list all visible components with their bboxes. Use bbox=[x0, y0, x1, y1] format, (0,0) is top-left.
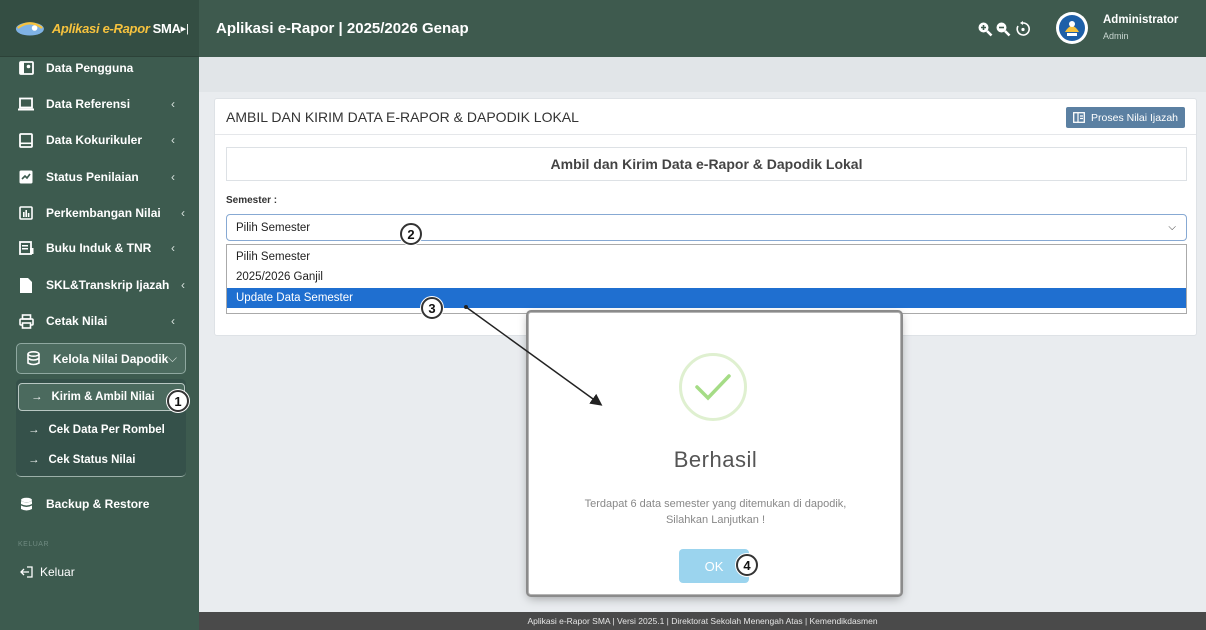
arrow-right-icon: → bbox=[28, 454, 40, 466]
sidebar-item-backup-restore[interactable]: Backup & Restore bbox=[0, 488, 199, 520]
button-label: Proses Nilai Ijazah bbox=[1091, 111, 1178, 124]
sidebar-item-kelola-nilai-dapodik[interactable]: Kelola Nilai Dapodik ⌵ bbox=[16, 343, 186, 374]
step-badge-3: 3 bbox=[421, 297, 443, 319]
user-card-icon bbox=[18, 60, 34, 76]
sidebar-item-label: Data Pengguna bbox=[46, 61, 134, 75]
step-badge-1: 1 bbox=[167, 390, 189, 412]
sidebar-item-skl-transkrip[interactable]: SKL&Transkrip Ijazah ‹ bbox=[0, 269, 199, 301]
user-role: Admin bbox=[1103, 31, 1129, 41]
top-navbar: Aplikasi e-Rapor | 2025/2026 Genap Admin… bbox=[199, 0, 1206, 57]
section-subtitle: Ambil dan Kirim Data e-Rapor & Dapodik L… bbox=[226, 147, 1187, 181]
arrow-right-icon: → bbox=[28, 424, 40, 436]
laptop-icon bbox=[18, 96, 34, 112]
bar-chart-icon bbox=[18, 205, 34, 221]
ministry-logo-icon bbox=[1059, 15, 1085, 41]
sidebar-item-data-kokurikuler[interactable]: Data Kokurikuler ‹ bbox=[0, 124, 199, 156]
chevron-left-icon: ‹ bbox=[171, 314, 175, 328]
chevron-left-icon: ‹ bbox=[171, 241, 175, 255]
success-dialog: Berhasil Terdapat 6 data semester yang d… bbox=[528, 312, 901, 595]
printer-icon bbox=[18, 313, 34, 329]
success-check-icon bbox=[679, 353, 747, 421]
semester-select-value: Pilih Semester bbox=[236, 221, 311, 234]
submenu-item-cek-data-per-rombel[interactable]: → Cek Data Per Rombel bbox=[16, 417, 186, 443]
logout-icon bbox=[18, 564, 34, 580]
brand-title: Aplikasi e-Rapor SMA bbox=[51, 20, 181, 36]
document-icon bbox=[18, 277, 34, 293]
semester-option[interactable]: 2025/2026 Ganjil bbox=[227, 267, 1186, 287]
user-name[interactable]: Administrator bbox=[1103, 14, 1178, 26]
sidebar-item-buku-induk[interactable]: Buku Induk & TNR ‹ bbox=[0, 232, 199, 264]
table-icon bbox=[1073, 112, 1085, 123]
sidebar-item-data-referensi[interactable]: Data Referensi ‹ bbox=[0, 88, 199, 120]
submenu-kelola-nilai: → Kirim & Ambil Nilai → Cek Data Per Rom… bbox=[16, 379, 186, 477]
sidebar-item-label: Buku Induk & TNR bbox=[46, 241, 152, 255]
chevron-left-icon: ‹ bbox=[171, 97, 175, 111]
refresh-icon[interactable] bbox=[1015, 21, 1031, 37]
sidebar-item-label: Status Penilaian bbox=[46, 170, 139, 184]
brand-logo-icon bbox=[15, 22, 44, 36]
semester-label: Semester : bbox=[226, 195, 278, 206]
database-icon bbox=[25, 351, 41, 367]
card-title: AMBIL DAN KIRIM DATA E-RAPOR & DAPODIK L… bbox=[226, 109, 579, 125]
brand-header: Aplikasi e-Rapor SMA ▸| bbox=[0, 0, 199, 57]
sidebar-item-cetak-nilai[interactable]: Cetak Nilai ‹ bbox=[0, 305, 199, 337]
step-badge-2: 2 bbox=[400, 223, 422, 245]
content-header-bar bbox=[199, 57, 1206, 92]
step-badge-4: 4 bbox=[736, 554, 758, 576]
submenu-item-cek-status-nilai[interactable]: → Cek Status Nilai bbox=[16, 447, 186, 473]
semester-select[interactable]: Pilih Semester ⌵ bbox=[226, 214, 1187, 241]
logout-section-header: KELUAR bbox=[18, 541, 50, 548]
chevron-left-icon: ‹ bbox=[181, 206, 185, 220]
avatar[interactable] bbox=[1056, 12, 1088, 44]
dialog-message: Terdapat 6 data semester yang ditemukan … bbox=[549, 496, 882, 528]
submenu-item-label: Kirim & Ambil Nilai bbox=[51, 391, 155, 403]
chevron-left-icon: ‹ bbox=[171, 170, 175, 184]
chevron-left-icon: ‹ bbox=[181, 278, 185, 292]
submenu-item-label: Cek Status Nilai bbox=[48, 454, 136, 466]
chevron-left-icon: ‹ bbox=[171, 133, 175, 147]
submenu-item-kirim-ambil-nilai[interactable]: → Kirim & Ambil Nilai bbox=[18, 383, 185, 411]
main-card: AMBIL DAN KIRIM DATA E-RAPOR & DAPODIK L… bbox=[214, 98, 1197, 336]
sidebar-item-label: Data Referensi bbox=[46, 97, 131, 111]
zoom-in-icon[interactable] bbox=[977, 21, 993, 37]
submenu-item-label: Cek Data Per Rombel bbox=[48, 424, 165, 436]
sidebar-item-keluar[interactable]: Keluar bbox=[0, 556, 199, 588]
sidebar-item-label: Perkembangan Nilai bbox=[46, 206, 161, 220]
sidebar-item-data-pengguna[interactable]: Data Pengguna bbox=[0, 54, 199, 82]
dialog-title: Berhasil bbox=[673, 447, 758, 472]
sidebar-item-label: SKL&Transkrip Ijazah bbox=[46, 278, 170, 292]
sidebar-collapse-icon[interactable]: ▸| bbox=[181, 22, 189, 35]
sidebar-item-label: Cetak Nilai bbox=[46, 314, 108, 328]
semester-option[interactable]: Pilih Semester bbox=[227, 247, 1186, 267]
sidebar-item-perkembangan-nilai[interactable]: Perkembangan Nilai ‹ bbox=[0, 197, 199, 229]
sidebar: Aplikasi e-Rapor SMA ▸| Data Pengguna Dat… bbox=[0, 0, 199, 630]
dialog-message-line: Terdapat 6 data semester yang ditemukan … bbox=[584, 498, 847, 510]
zoom-out-icon[interactable] bbox=[995, 21, 1011, 37]
proses-nilai-ijazah-button[interactable]: Proses Nilai Ijazah bbox=[1066, 107, 1185, 128]
chart-line-icon bbox=[18, 169, 34, 185]
book-icon bbox=[18, 240, 34, 256]
sidebar-item-label: Backup & Restore bbox=[46, 497, 150, 511]
dialog-message-line: Silahkan Lanjutkan ! bbox=[665, 514, 766, 526]
tablet-icon bbox=[18, 132, 34, 148]
sidebar-item-label: Data Kokurikuler bbox=[46, 133, 143, 147]
database-icon bbox=[18, 496, 34, 512]
chevron-down-icon: ⌵ bbox=[1168, 222, 1176, 233]
card-header: AMBIL DAN KIRIM DATA E-RAPOR & DAPODIK L… bbox=[215, 99, 1196, 135]
footer: Aplikasi e-Rapor SMA | Versi 2025.1 | Di… bbox=[199, 612, 1206, 630]
chevron-down-icon: ⌵ bbox=[167, 351, 177, 365]
arrow-right-icon: → bbox=[31, 391, 43, 403]
sidebar-item-label: Keluar bbox=[40, 565, 75, 579]
semester-dropdown-list: Pilih Semester 2025/2026 Ganjil Update D… bbox=[226, 244, 1187, 314]
sidebar-item-label: Kelola Nilai Dapodik bbox=[53, 351, 169, 366]
semester-option-highlighted[interactable]: Update Data Semester bbox=[227, 288, 1186, 308]
sidebar-item-status-penilaian[interactable]: Status Penilaian ‹ bbox=[0, 161, 199, 193]
app-title: Aplikasi e-Rapor | 2025/2026 Genap bbox=[216, 20, 469, 37]
